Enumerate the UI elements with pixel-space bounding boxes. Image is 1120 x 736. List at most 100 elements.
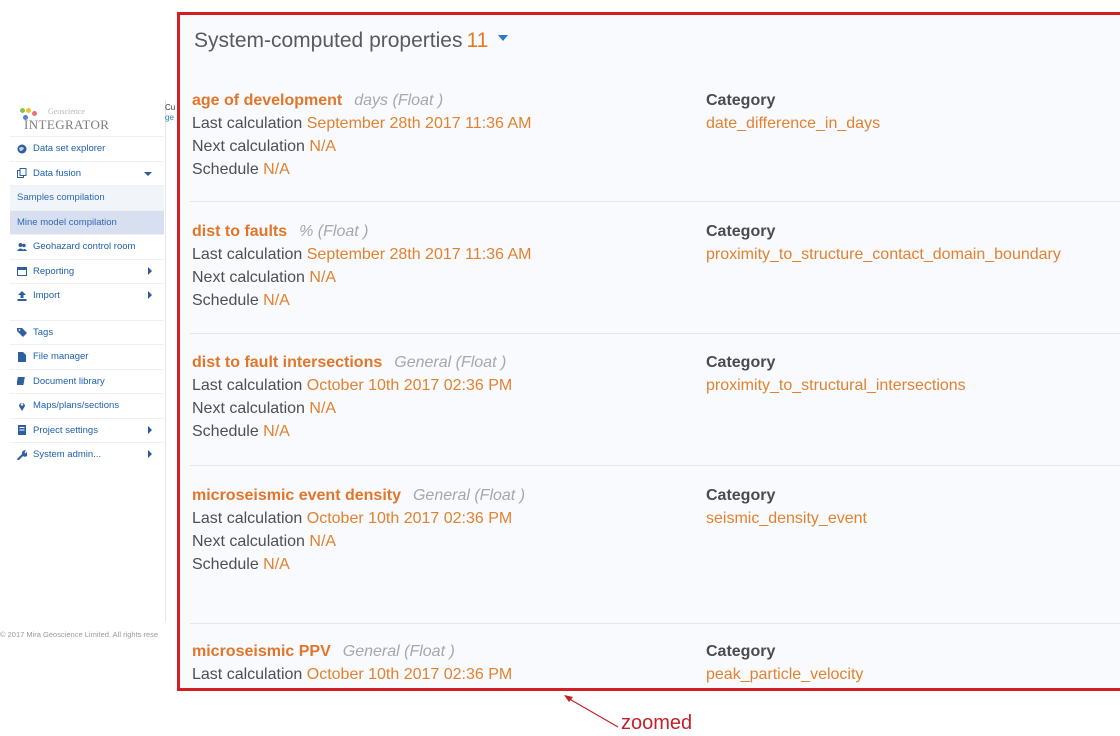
category-label: Category	[706, 354, 776, 371]
sidebar-item-label: Mine model compilation	[17, 216, 117, 228]
sidebar-item-project-settings[interactable]: Project settings	[10, 417, 164, 443]
collapse-caret-icon[interactable]	[498, 35, 509, 42]
sidebar-item-geohazard-control-room[interactable]: Geohazard control room	[10, 234, 164, 259]
upload-icon	[17, 290, 27, 301]
sidebar-item-label: Samples compilation	[17, 192, 105, 204]
property-category: Category date_difference_in_days	[706, 89, 880, 135]
next-calculation-value: N/A	[309, 400, 337, 417]
zoomed-annotation-label: zoomed	[621, 712, 693, 734]
sidebar-item-label: Data set explorer	[33, 143, 106, 155]
last-calculation-value: October 10th 2017 02:36 PM	[306, 377, 513, 394]
divider	[190, 465, 1120, 466]
category-label: Category	[706, 92, 776, 109]
property-unit: days (Float )	[354, 92, 444, 109]
panel-title-text: System-computed properties	[194, 29, 463, 52]
header-user-line: Cu	[165, 103, 176, 112]
chevron-down-icon	[144, 171, 152, 176]
sidebar-item-data-fusion[interactable]: Data fusion	[10, 160, 164, 186]
property-name[interactable]: microseismic PPV	[192, 643, 331, 660]
next-calculation-label: Next calculation	[192, 533, 305, 550]
sidebar-item-label: Project settings	[33, 424, 98, 436]
property-unit: % (Float )	[299, 223, 369, 240]
copy-icon	[17, 168, 27, 179]
footer-copyright: © 2017 Mira Geoscience Limited. All righ…	[0, 630, 159, 639]
property-name[interactable]: dist to fault intersections	[192, 354, 382, 371]
category-value: peak_particle_velocity	[706, 666, 864, 683]
last-calculation-label: Last calculation	[192, 510, 303, 527]
last-calculation-value: September 28th 2017 11:36 AM	[306, 246, 532, 263]
schedule-label: Schedule	[192, 292, 259, 309]
property-name[interactable]: microseismic event density	[192, 487, 401, 504]
sidebar-item-label: Reporting	[33, 265, 75, 277]
sidebar-item-label: Geohazard control room	[33, 241, 136, 253]
last-calculation-label: Last calculation	[192, 666, 303, 683]
last-calculation-value: September 28th 2017 11:36 AM	[306, 115, 532, 132]
sidebar-item-document-library[interactable]: Document library	[10, 368, 164, 394]
sidebar-item-label: File manager	[33, 351, 89, 363]
panel-title: System-computed properties 11	[194, 29, 509, 53]
schedule-value: N/A	[263, 556, 290, 573]
chevron-right-icon	[148, 450, 152, 458]
property-details: microseismic PPV General (Float ) Last ca…	[192, 640, 512, 686]
schedule-label: Schedule	[192, 556, 259, 573]
app-logo[interactable]: Geoscience INTEGRATOR	[14, 104, 124, 132]
sidebar-item-tags[interactable]: Tags	[10, 319, 164, 345]
divider	[190, 333, 1120, 334]
sidebar: Geoscience INTEGRATOR Data set explorer …	[10, 100, 166, 622]
globe-icon	[17, 144, 27, 154]
property-details: dist to faults % (Float ) Last calculatio…	[192, 220, 532, 312]
sidebar-item-import[interactable]: Import	[10, 283, 164, 308]
map-marker-icon	[19, 402, 25, 411]
property-name[interactable]: age of development	[192, 92, 342, 109]
tags-icon	[17, 328, 27, 338]
category-value: proximity_to_structure_contact_domain_bo…	[706, 246, 1061, 263]
last-calculation-label: Last calculation	[192, 377, 303, 394]
sidebar-nav: Data set explorer Data fusion Samples co…	[10, 136, 164, 467]
property-category: Category proximity_to_structural_interse…	[706, 351, 966, 397]
last-calculation-label: Last calculation	[192, 246, 303, 263]
next-calculation-label: Next calculation	[192, 400, 305, 417]
category-value: seismic_density_event	[706, 510, 867, 527]
last-calculation-value: October 10th 2017 02:36 PM	[306, 666, 513, 683]
header-user-link[interactable]: ge	[165, 113, 175, 123]
schedule-value: N/A	[263, 423, 290, 440]
sidebar-item-label: Maps/plans/sections	[33, 400, 120, 412]
schedule-label: Schedule	[192, 161, 259, 178]
file-icon	[18, 351, 26, 362]
sidebar-item-system-admin[interactable]: System admin...	[10, 442, 164, 467]
schedule-value: N/A	[263, 292, 290, 309]
property-category: Category peak_particle_velocity	[706, 640, 863, 686]
sidebar-item-maps-plans-sections[interactable]: Maps/plans/sections	[10, 393, 164, 418]
next-calculation-label: Next calculation	[192, 138, 305, 155]
settings-file-icon	[18, 425, 26, 436]
property-category: Category seismic_density_event	[706, 484, 867, 530]
logo-subtitle: Geoscience	[48, 107, 85, 116]
last-calculation-value: October 10th 2017 02:36 PM	[306, 510, 513, 527]
sidebar-item-data-set-explorer[interactable]: Data set explorer	[10, 136, 164, 161]
sidebar-item-label: System admin...	[33, 449, 102, 461]
sidebar-item-label: Import	[33, 290, 60, 302]
schedule-label: Schedule	[192, 423, 259, 440]
sidebar-item-file-manager[interactable]: File manager	[10, 344, 164, 369]
sidebar-subitem-samples-compilation[interactable]: Samples compilation	[10, 185, 164, 210]
calendar-icon	[17, 267, 27, 277]
category-value: date_difference_in_days	[706, 115, 881, 132]
sidebar-subitem-mine-model-compilation[interactable]: Mine model compilation	[10, 209, 164, 234]
next-calculation-value: N/A	[309, 138, 337, 155]
chevron-right-icon	[148, 266, 152, 275]
wrench-icon	[17, 450, 27, 460]
chevron-right-icon	[148, 291, 152, 299]
category-label: Category	[706, 643, 776, 660]
next-calculation-value: N/A	[309, 269, 337, 286]
book-icon	[17, 377, 25, 386]
property-name[interactable]: dist to faults	[192, 223, 287, 240]
divider	[190, 623, 1120, 624]
property-details: microseismic event density General (Float…	[192, 484, 525, 576]
header-user-info: Cu ge	[165, 103, 175, 123]
logo-title: INTEGRATOR	[24, 117, 110, 132]
zoomed-properties-panel: System-computed properties 11 age of deve…	[177, 12, 1120, 691]
chevron-right-icon	[148, 425, 152, 434]
property-details: age of development days (Float ) Last cal…	[192, 89, 532, 181]
sidebar-item-reporting[interactable]: Reporting	[10, 258, 164, 284]
property-unit: General (Float )	[342, 643, 455, 660]
